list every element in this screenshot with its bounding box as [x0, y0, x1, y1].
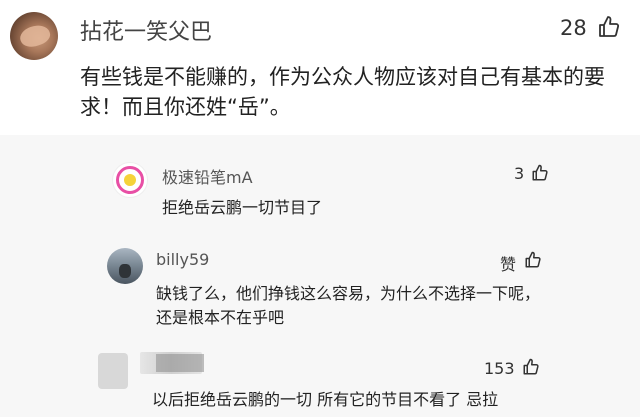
thumbs-up-icon[interactable]: [531, 164, 549, 182]
comment-username[interactable]: 拈花一笑父巴: [80, 14, 212, 46]
main-comment: 拈花一笑父巴 28 有些钱是不能赚的，作为公众人物应该对自己有基本的要求！而且你…: [0, 0, 640, 135]
avatar[interactable]: [10, 12, 58, 60]
reply-text-line: 缺钱了么，他们挣钱这么容易，为什么不选择一下呢，: [156, 284, 541, 303]
blurred-username-mask: [156, 354, 204, 372]
thumbs-up-icon[interactable]: [597, 15, 621, 39]
comment-text: 有些钱是不能赚的，作为公众人物应该对自己有基本的要求！而且你还姓“岳”。: [80, 65, 605, 119]
like-label: 赞: [500, 255, 517, 274]
thumbs-up-icon[interactable]: [524, 251, 542, 269]
avatar[interactable]: [112, 162, 148, 198]
reply-text-line: 还是根本不在乎吧: [156, 308, 285, 327]
person-silhouette: [119, 264, 131, 278]
reply-username[interactable]: 极速铅笔mA: [162, 164, 253, 188]
like-count: 153: [484, 359, 515, 378]
avatar[interactable]: [107, 248, 143, 284]
like-count: 3: [514, 164, 525, 183]
avatar[interactable]: [98, 353, 128, 389]
reply-text: 以后拒绝岳云鹏的一切 所有它的节目不看了 忌拉: [152, 390, 499, 409]
hand-photo: [17, 21, 53, 51]
thumbs-up-icon[interactable]: [522, 358, 540, 376]
reply-text: 拒绝岳云鹏一切节目了: [162, 198, 323, 217]
smiley-icon: [124, 174, 136, 186]
like-count: 28: [560, 16, 587, 40]
reply-username[interactable]: billy59: [156, 250, 209, 269]
